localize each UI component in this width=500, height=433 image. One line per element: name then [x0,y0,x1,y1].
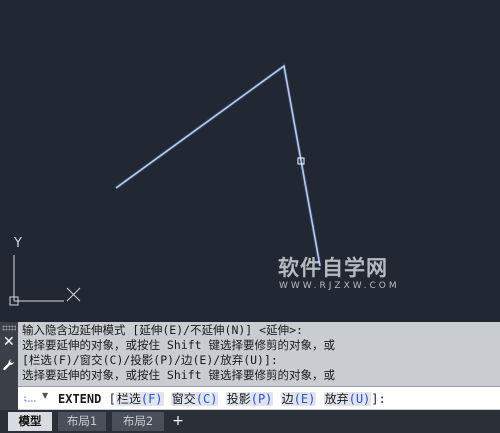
add-layout-icon[interactable]: + [170,412,186,431]
history-line: 输入隐含边延伸模式 [延伸(E)/不延伸(N)] <延伸>: [22,323,303,337]
option-undo[interactable]: 放弃(U) [323,392,372,406]
history-line: 选择要延伸的对象，或按住 Shift 键选择要修剪的对象，或 [22,368,335,382]
command-history: 输入隐含边延伸模式 [延伸(E)/不延伸(N)] <延伸>: 选择要延伸的对象，… [22,323,498,385]
options-open: [ [108,392,116,406]
command-window: ✕ 输入隐含边延伸模式 [延伸(E)/不延伸(N)] <延伸>: 选择要延伸的对… [0,322,500,410]
watermark-main: 软件自学网 [278,256,388,280]
options-close: ]: [371,392,386,406]
prompt-icon[interactable] [24,393,38,403]
tab-model[interactable]: 模型 [8,412,52,431]
watermark-url: WWW.RJZXW.COM [279,281,400,291]
drag-grip[interactable] [2,325,16,331]
command-sidebar: ✕ [0,322,18,410]
option-crossing[interactable]: 窗交(C) [170,392,219,406]
option-project[interactable]: 投影(P) [225,392,274,406]
ucs-icon [9,255,81,306]
option-edge[interactable]: 边(E) [280,392,317,406]
command-line: EXTEND [栏选(F) 窗交(C) 投影(P) 边(E) 放弃(U)]: [58,390,386,407]
close-icon[interactable]: ✕ [3,335,15,349]
layout-tabs: 模型 布局1 布局2 + [0,410,500,433]
ucs-y-label: Y [13,236,22,251]
option-fence[interactable]: 栏选(F) [115,392,164,406]
command-name: EXTEND [58,392,102,406]
tab-layout1[interactable]: 布局1 [58,412,106,431]
drawing-canvas[interactable]: Y 软件自学网 WWW.RJZXW.COM [0,0,500,322]
drawing-svg[interactable]: Y [0,0,500,322]
watermark: 软件自学网 WWW.RJZXW.COM [278,256,400,292]
wrench-icon[interactable] [2,358,16,372]
history-line: [栏选(F)/窗交(C)/投影(P)/边(E)/放弃(U)]: [22,353,278,367]
history-line: 选择要延伸的对象，或按住 Shift 键选择要修剪的对象，或 [22,338,335,352]
chevron-down-icon[interactable]: ▼ [42,391,48,400]
tab-layout2[interactable]: 布局2 [112,412,164,431]
command-input[interactable]: ▼ EXTEND [栏选(F) 窗交(C) 投影(P) 边(E) 放弃(U)]: [18,386,500,409]
